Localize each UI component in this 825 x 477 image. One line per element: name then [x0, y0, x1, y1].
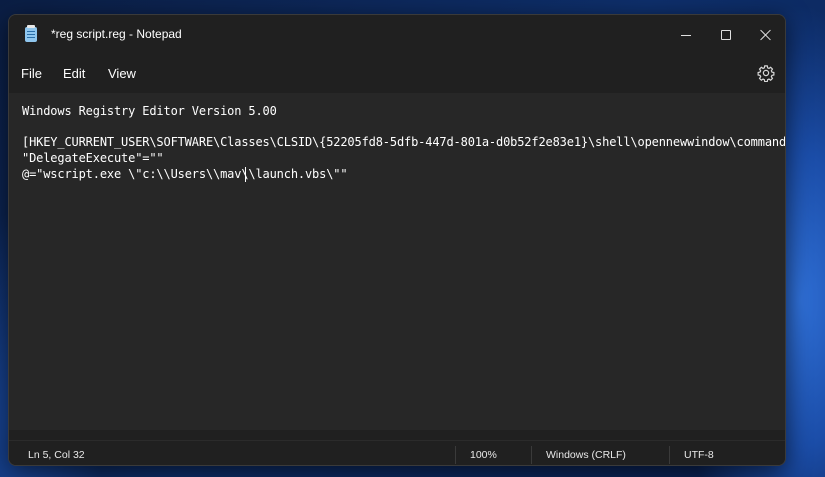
menu-view[interactable]: View [108, 66, 136, 81]
menu-file[interactable]: File [21, 66, 42, 81]
window-title: *reg script.reg - Notepad [51, 27, 182, 41]
line-ending: Windows (CRLF) [546, 449, 626, 461]
minimize-icon [681, 34, 691, 36]
menu-edit[interactable]: Edit [63, 66, 85, 81]
status-bar: Ln 5, Col 32 100% Windows (CRLF) UTF-8 [9, 440, 785, 465]
status-divider [669, 446, 670, 464]
maximize-button[interactable] [706, 15, 746, 55]
close-icon [760, 29, 772, 41]
notepad-window: *reg script.reg - Notepad File Edit View… [8, 14, 786, 466]
editor-line-1: Windows Registry Editor Version 5.00 [22, 104, 277, 118]
maximize-icon [721, 30, 731, 40]
gear-icon [757, 65, 775, 83]
zoom-level: 100% [470, 449, 497, 461]
status-divider [455, 446, 456, 464]
notepad-icon [25, 25, 37, 42]
editor-line-3: [HKEY_CURRENT_USER\SOFTWARE\Classes\CLSI… [22, 135, 786, 149]
menu-bar: File Edit View [9, 55, 785, 93]
encoding: UTF-8 [684, 449, 714, 461]
text-editor[interactable]: Windows Registry Editor Version 5.00 [HK… [9, 93, 785, 430]
status-divider [531, 446, 532, 464]
title-bar[interactable]: *reg script.reg - Notepad [9, 15, 785, 55]
text-caret [245, 167, 246, 182]
minimize-button[interactable] [666, 15, 706, 55]
cursor-position: Ln 5, Col 32 [28, 449, 85, 461]
editor-line-4: "DelegateExecute"="" [22, 151, 164, 165]
editor-line-5: @="wscript.exe \"c:\\Users\\mav\\launch.… [22, 167, 348, 181]
settings-button[interactable] [757, 64, 775, 83]
close-button[interactable] [746, 15, 785, 55]
